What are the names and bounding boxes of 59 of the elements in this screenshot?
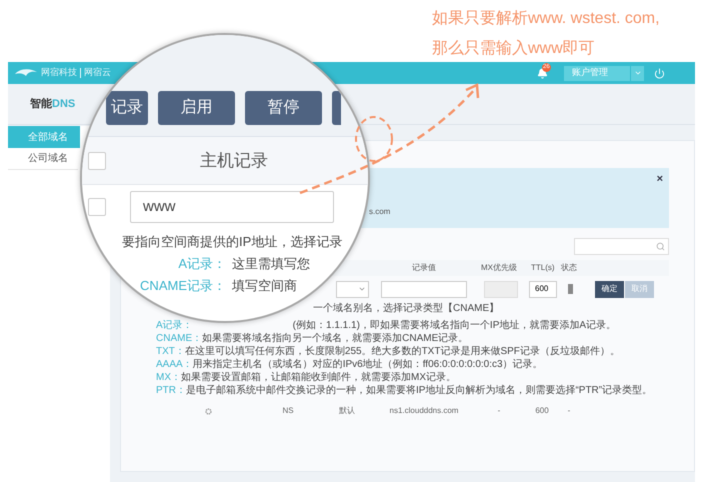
help-text: (例如：1.1.1.1)，即如果需要将域名指向一个IP地址，就需要添加A记录。 xyxy=(292,319,616,332)
help-text: 如果需要将域名指向另一个域名，就需要添加CNAME记录。 xyxy=(202,332,468,345)
column-header: 状态 xyxy=(560,262,578,274)
logo-icon xyxy=(14,68,38,78)
dashed-circle xyxy=(355,116,393,162)
toolbar-button[interactable]: 暂停 xyxy=(245,91,322,125)
product-name: 网宿云 xyxy=(84,66,111,80)
confirm-button[interactable]: 确定 xyxy=(595,280,624,298)
search-icon xyxy=(656,242,665,251)
help-label: TXT： xyxy=(156,345,185,358)
annotation-text: 如果只要解析www. wstest. com, xyxy=(432,9,661,29)
column-header: 记录值 xyxy=(411,262,437,274)
toolbar-button[interactable] xyxy=(332,91,341,125)
help-label: CNAME： xyxy=(156,332,202,345)
table-cell-text: 600 xyxy=(534,405,550,417)
help-text: 是电子邮箱系统中邮件交换记录的一种，如果需要将IP地址反向解析为域名，则需要选择“PTR”记录类型。 xyxy=(186,384,652,397)
column-header: MX优先级 xyxy=(480,262,518,274)
checkbox[interactable] xyxy=(88,152,106,170)
power-icon[interactable] xyxy=(654,68,665,78)
host-field[interactable]: www xyxy=(130,191,334,223)
column-header: 主机记录 xyxy=(200,150,268,172)
column-header: TTL(s) xyxy=(531,262,553,274)
caret-icon xyxy=(358,285,366,293)
record-type-label: A记录： xyxy=(177,255,226,273)
close-button[interactable]: × xyxy=(656,171,663,188)
mx-field xyxy=(484,280,518,298)
table-cell-text: 默认 xyxy=(338,405,356,417)
bell-icon[interactable] xyxy=(537,68,548,78)
help-label: MX： xyxy=(156,371,181,384)
search-field[interactable] xyxy=(574,238,669,255)
record-type-text: 这里需填写您 xyxy=(232,255,310,273)
help-text: 一个域名别名，选择记录类型【CNAME】 xyxy=(313,303,500,315)
logo-suffix: DNS xyxy=(52,96,76,112)
checkbox[interactable] xyxy=(88,198,106,216)
table-cell-text: - xyxy=(566,405,572,417)
help-label: AAAA： xyxy=(156,358,193,371)
table-cell-text: NS xyxy=(281,405,295,417)
logo-prefix: 智能 xyxy=(30,96,52,112)
caret-icon xyxy=(634,69,642,77)
help-text: 如果需要设置邮箱，让邮箱能收到邮件，就需要添加MX记录。 xyxy=(181,371,456,384)
help-label: A记录： xyxy=(156,319,193,332)
record-type-text: 填写空间商 xyxy=(232,277,297,295)
help-text: 在这里可以填写任何东西，长度限制255。绝大多数的TXT记录是用来做SPF记录（反垃圾邮件）。 xyxy=(184,345,620,358)
info-text: s.com xyxy=(369,207,390,216)
value-field[interactable] xyxy=(381,280,467,298)
toolbar-button[interactable]: 记录 xyxy=(106,91,148,125)
table-cell-text: - xyxy=(496,405,502,417)
annotation-text: 那么只需输入www即可 xyxy=(432,38,596,59)
help-text: 用来指定主机名（或域名）对应的IPv6地址（例如：ff06:0:0:0:0:0:0:c3）记录。 xyxy=(192,358,543,371)
gear-icon[interactable] xyxy=(205,408,212,414)
brand-name: 网宿科技 xyxy=(41,66,77,80)
help-label: PTR： xyxy=(156,384,186,397)
status-icon xyxy=(568,284,573,294)
hint-text: 要指向空间商提供的IP地址，选择记录 xyxy=(121,233,344,251)
type-select[interactable] xyxy=(336,280,369,298)
record-type-label: CNAME记录： xyxy=(139,277,226,295)
ttl-field[interactable]: 600 xyxy=(529,280,557,298)
table-cell-text: ns1.cloudddns.com xyxy=(388,405,460,417)
toolbar-button[interactable]: 启用 xyxy=(158,91,235,125)
